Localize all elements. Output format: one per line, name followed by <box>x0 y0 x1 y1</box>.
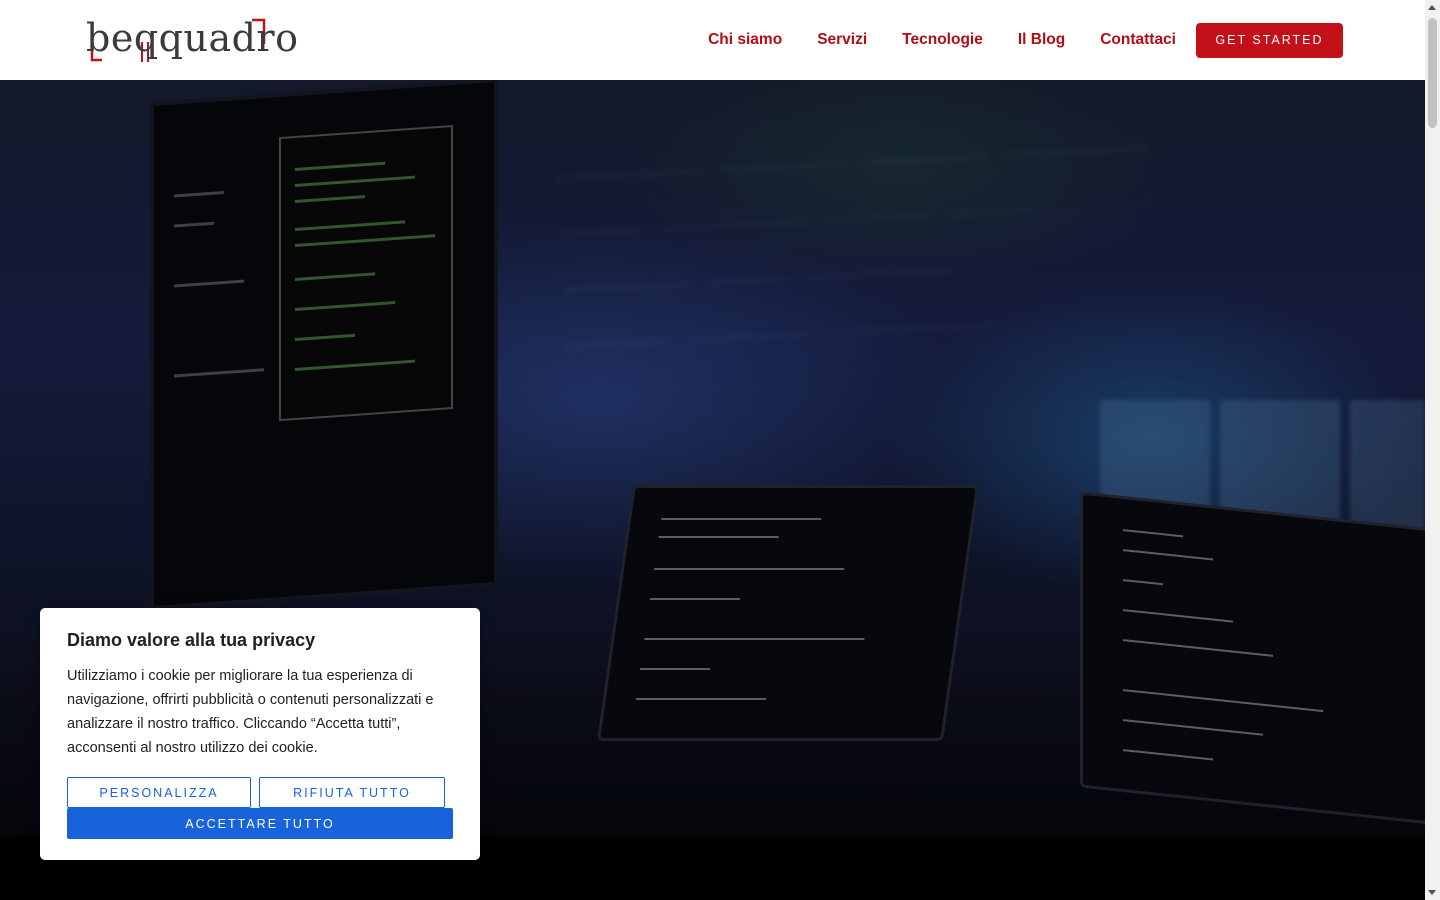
nav-chi-siamo[interactable]: Chi siamo <box>708 31 782 49</box>
accept-all-button[interactable]: ACCETTARE TUTTO <box>67 808 453 839</box>
page-scrollbar[interactable] <box>1425 0 1440 900</box>
scroll-down-icon[interactable] <box>1428 890 1436 895</box>
nav-servizi[interactable]: Servizi <box>817 31 867 49</box>
nav-blog[interactable]: Il Blog <box>1018 31 1065 49</box>
site-header: beqquadro Chi siamo Servizi Tecnologie I… <box>0 0 1425 80</box>
nav-tecnologie[interactable]: Tecnologie <box>902 31 983 49</box>
cookie-banner: Diamo valore alla tua privacy Utilizziam… <box>40 608 480 860</box>
main-nav: Chi siamo Servizi Tecnologie Il Blog Con… <box>673 0 1343 80</box>
scrollbar-thumb[interactable] <box>1428 18 1437 128</box>
scroll-up-icon[interactable] <box>1428 5 1436 10</box>
site-logo[interactable]: beqquadro <box>84 14 298 66</box>
customize-button[interactable]: PERSONALIZZA <box>67 777 251 808</box>
cookie-title: Diamo valore alla tua privacy <box>67 630 316 650</box>
nav-contattaci[interactable]: Contattaci <box>1100 31 1176 49</box>
get-started-button[interactable]: GET STARTED <box>1196 22 1343 58</box>
reject-all-button[interactable]: RIFIUTA TUTTO <box>259 777 445 808</box>
logo-text: beqquadro <box>86 16 299 60</box>
cookie-text: Utilizziamo i cookie per migliorare la t… <box>67 668 434 756</box>
